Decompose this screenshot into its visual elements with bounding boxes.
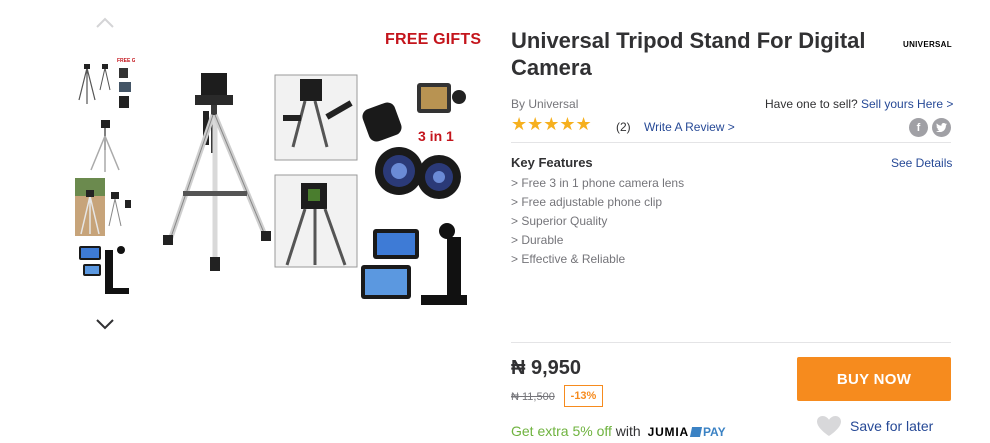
old-price: ₦ 11,500 <box>511 391 555 403</box>
buy-now-button[interactable]: BUY NOW <box>797 357 951 401</box>
svg-text:FREE GIFTS: FREE GIFTS <box>117 58 135 64</box>
pay-logo: PAY <box>702 425 726 439</box>
brand-logo[interactable]: UNIVERSAL <box>903 40 952 49</box>
promo-banner: Get extra 5% off with JUMIA PAY <box>511 423 726 439</box>
chevron-up-icon[interactable] <box>94 14 116 30</box>
thumbnail-3[interactable] <box>75 178 135 236</box>
divider <box>511 342 951 343</box>
chevron-down-icon[interactable] <box>94 316 116 332</box>
thumbnail-4[interactable] <box>75 240 135 298</box>
save-for-later-button[interactable]: Save for later <box>816 414 933 438</box>
key-feature-item: > Free 3 in 1 phone camera lens <box>511 176 685 190</box>
facebook-icon[interactable]: f <box>909 118 928 137</box>
lens-kit-label: 3 in 1 <box>418 128 454 144</box>
save-for-later-label: Save for later <box>850 418 934 434</box>
sell-yours-link[interactable]: Sell yours Here > <box>861 97 953 111</box>
jumia-logo: JUMIA <box>647 425 689 439</box>
rating-count: (2) <box>616 120 631 134</box>
heart-icon <box>817 416 841 436</box>
write-review-link[interactable]: Write A Review > <box>644 120 735 134</box>
key-features-title: Key Features <box>511 155 593 170</box>
twitter-icon[interactable] <box>932 118 951 137</box>
sell-question: Have one to sell? <box>765 97 858 111</box>
product-title: Universal Tripod Stand For Digital Camer… <box>511 28 866 80</box>
divider <box>511 142 951 143</box>
key-feature-item: > Free adjustable phone clip <box>511 195 663 209</box>
free-gifts-badge: FREE GIFTS <box>385 31 482 48</box>
see-details-link[interactable]: See Details <box>891 156 952 170</box>
thumbnail-2[interactable] <box>75 116 135 174</box>
key-feature-item: > Superior Quality <box>511 214 608 228</box>
main-product-image[interactable] <box>155 25 480 325</box>
key-feature-item: > Durable <box>511 233 564 247</box>
key-feature-item: > Effective & Reliable <box>511 252 626 266</box>
promo-with: with <box>611 423 645 439</box>
promo-text: Get extra 5% off <box>511 423 612 439</box>
rating-stars: ★★★★★ <box>511 114 592 134</box>
thumbnail-1[interactable]: FREE GIFTS <box>75 54 135 112</box>
current-price: ₦ 9,950 <box>511 357 582 379</box>
thumbnail-carousel: FREE GIFTS <box>70 10 138 335</box>
key-features-list: > Free 3 in 1 phone camera lens > Free a… <box>511 176 684 271</box>
brand-byline: By Universal <box>511 97 579 111</box>
discount-badge: -13% <box>564 385 603 407</box>
jumiapay-icon <box>689 427 703 437</box>
